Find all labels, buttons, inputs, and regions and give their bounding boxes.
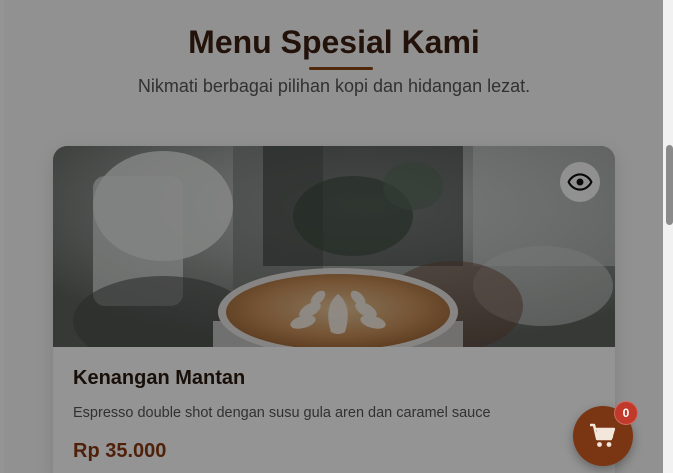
cart-count-badge: 0 bbox=[614, 401, 638, 425]
modal-backdrop-overlay[interactable] bbox=[0, 0, 673, 473]
scrollbar-thumb[interactable] bbox=[666, 145, 673, 225]
page: Menu Spesial Kami Nikmati berbagai pilih… bbox=[0, 0, 673, 473]
scrollbar-track[interactable] bbox=[663, 0, 673, 473]
cart-icon bbox=[590, 423, 616, 447]
